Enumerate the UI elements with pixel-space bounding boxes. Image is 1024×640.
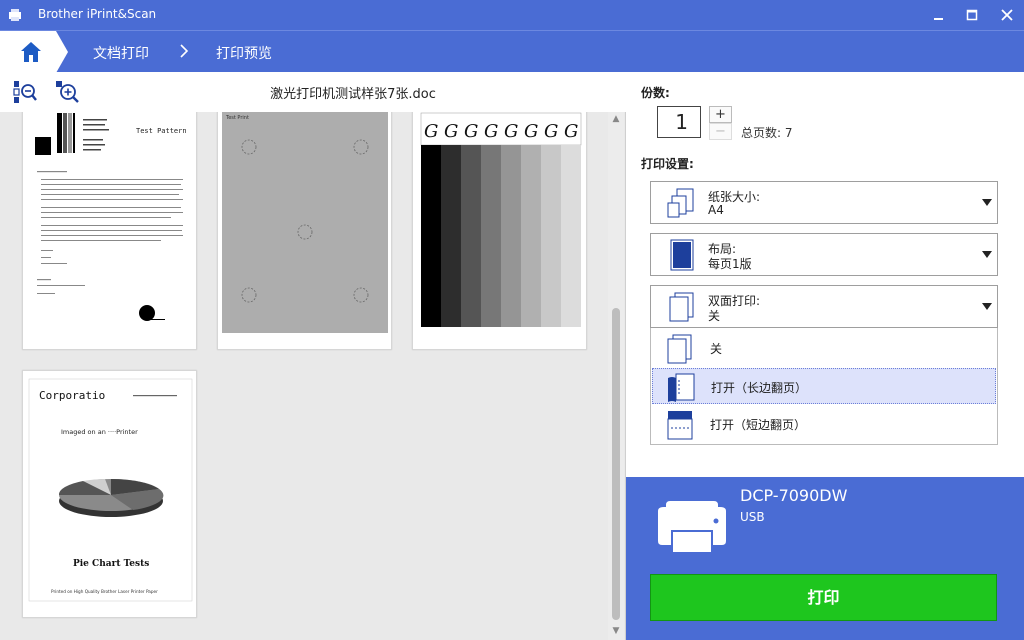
page-4-subtitle: Imaged on an ····Printer bbox=[61, 428, 138, 436]
page-3-glyph: G bbox=[424, 121, 438, 142]
paper-size-value: A4 bbox=[708, 203, 724, 217]
page-3-glyph: G bbox=[524, 121, 538, 142]
page-1-title: Test Pattern bbox=[136, 127, 187, 135]
print-button[interactable]: 打印 bbox=[650, 574, 997, 621]
close-icon bbox=[1001, 9, 1013, 21]
home-button[interactable] bbox=[0, 31, 70, 73]
duplex-option-label: 打开（短边翻页） bbox=[710, 418, 807, 432]
page-4-title: Corporatio bbox=[39, 389, 105, 402]
page-3-glyph: G bbox=[464, 121, 478, 142]
preview-page-1[interactable]: Test Pattern bbox=[22, 112, 197, 350]
chevron-right-icon bbox=[180, 44, 189, 58]
document-filename: 激光打印机测试样张7张.doc bbox=[270, 87, 436, 102]
breadcrumb-print-preview: 打印预览 bbox=[216, 46, 272, 62]
title-bar: Brother iPrint&Scan bbox=[0, 0, 1024, 30]
duplex-dropdown-list: 关 打开（长边翻页） 打开（短边翻页） bbox=[650, 328, 998, 445]
page-3-content: G G G G G G G G bbox=[420, 112, 582, 327]
page-4-footer: Printed on High Quality Brother Laser Pr… bbox=[51, 589, 158, 594]
printer-icon[interactable] bbox=[656, 499, 728, 555]
duplex-option-label: 关 bbox=[710, 342, 723, 356]
close-button[interactable] bbox=[990, 0, 1024, 30]
duplex-value: 关 bbox=[708, 309, 721, 323]
maximize-button[interactable] bbox=[955, 0, 989, 30]
duplex-select[interactable]: 双面打印: 关 bbox=[650, 285, 998, 328]
paper-size-icon bbox=[667, 188, 694, 218]
copies-label: 份数: bbox=[641, 86, 670, 100]
duplex-option-short-edge[interactable]: 打开（短边翻页） bbox=[652, 406, 996, 442]
duplex-option-off[interactable]: 关 bbox=[652, 330, 996, 366]
printer-name[interactable]: DCP-7090DW bbox=[740, 486, 847, 505]
scroll-down-arrow-icon[interactable]: ▼ bbox=[611, 626, 621, 636]
paper-size-select[interactable]: 纸张大小: A4 bbox=[650, 181, 998, 224]
preview-scrollbar[interactable]: ▲ ▼ bbox=[608, 112, 624, 640]
copies-input[interactable]: 1 bbox=[657, 106, 701, 138]
layout-select[interactable]: 布局: 每页1版 bbox=[650, 233, 998, 276]
print-settings-label: 打印设置: bbox=[641, 157, 694, 171]
duplex-short-edge-icon bbox=[667, 411, 693, 440]
scroll-up-arrow-icon[interactable]: ▲ bbox=[611, 114, 621, 124]
preview-page-2[interactable]: Test Print bbox=[217, 112, 392, 350]
window-title: Brother iPrint&Scan bbox=[38, 7, 157, 21]
minimize-button[interactable] bbox=[922, 0, 956, 30]
breadcrumb-document-print[interactable]: 文档打印 bbox=[93, 43, 149, 63]
dropdown-arrow-icon bbox=[982, 199, 992, 206]
maximize-icon bbox=[966, 9, 978, 21]
scroll-thumb[interactable] bbox=[612, 308, 620, 620]
settings-panel: 份数: 1 + − 总页数: 7 打印设置: 纸张大小: A4 布局: 每页1版… bbox=[626, 72, 1024, 477]
preview-page-4[interactable]: Corporatio Imaged on an ····Printer Pie … bbox=[22, 370, 197, 618]
layout-icon bbox=[670, 239, 694, 271]
preview-panel: 激光打印机测试样张7张.doc Test Pattern Test Print … bbox=[0, 72, 626, 640]
printer-connection: USB bbox=[740, 510, 765, 524]
page-2-title: Test Print bbox=[225, 115, 249, 121]
copies-decrease-button[interactable]: − bbox=[709, 123, 732, 140]
duplex-long-edge-icon bbox=[668, 373, 695, 402]
page-3-glyph: G bbox=[544, 121, 558, 142]
page-4-content: Corporatio Imaged on an ····Printer Pie … bbox=[28, 378, 193, 602]
dropdown-arrow-icon bbox=[982, 303, 992, 310]
app-icon bbox=[9, 9, 21, 21]
home-icon bbox=[21, 42, 41, 62]
nav-bar: 文档打印 打印预览 bbox=[0, 30, 1024, 73]
page-4-chart-title: Pie Chart Tests bbox=[73, 559, 149, 569]
preview-canvas: Test Pattern Test Print G G G G G G G G … bbox=[0, 112, 608, 640]
page-2-content: Test Print bbox=[222, 112, 388, 333]
duplex-off-icon bbox=[667, 334, 692, 364]
total-pages: 总页数: 7 bbox=[741, 126, 793, 140]
minimize-icon bbox=[934, 18, 943, 20]
layout-value: 每页1版 bbox=[708, 257, 752, 271]
page-3-glyph: G bbox=[484, 121, 498, 142]
page-3-glyph: G bbox=[504, 121, 518, 142]
page-3-glyph: G bbox=[564, 121, 578, 142]
duplex-off-icon bbox=[669, 292, 694, 322]
page-3-glyph: G bbox=[444, 121, 458, 142]
copies-increase-button[interactable]: + bbox=[709, 106, 732, 123]
printer-panel: DCP-7090DW USB 打印 bbox=[626, 477, 1024, 640]
duplex-option-label: 打开（长边翻页） bbox=[711, 381, 808, 395]
preview-page-3[interactable]: G G G G G G G G bbox=[412, 112, 587, 350]
page-1-content: Test Pattern bbox=[35, 113, 187, 321]
preview-toolbar: 激光打印机测试样张7张.doc bbox=[0, 72, 626, 112]
duplex-option-long-edge[interactable]: 打开（长边翻页） bbox=[652, 368, 996, 404]
dropdown-arrow-icon bbox=[982, 251, 992, 258]
